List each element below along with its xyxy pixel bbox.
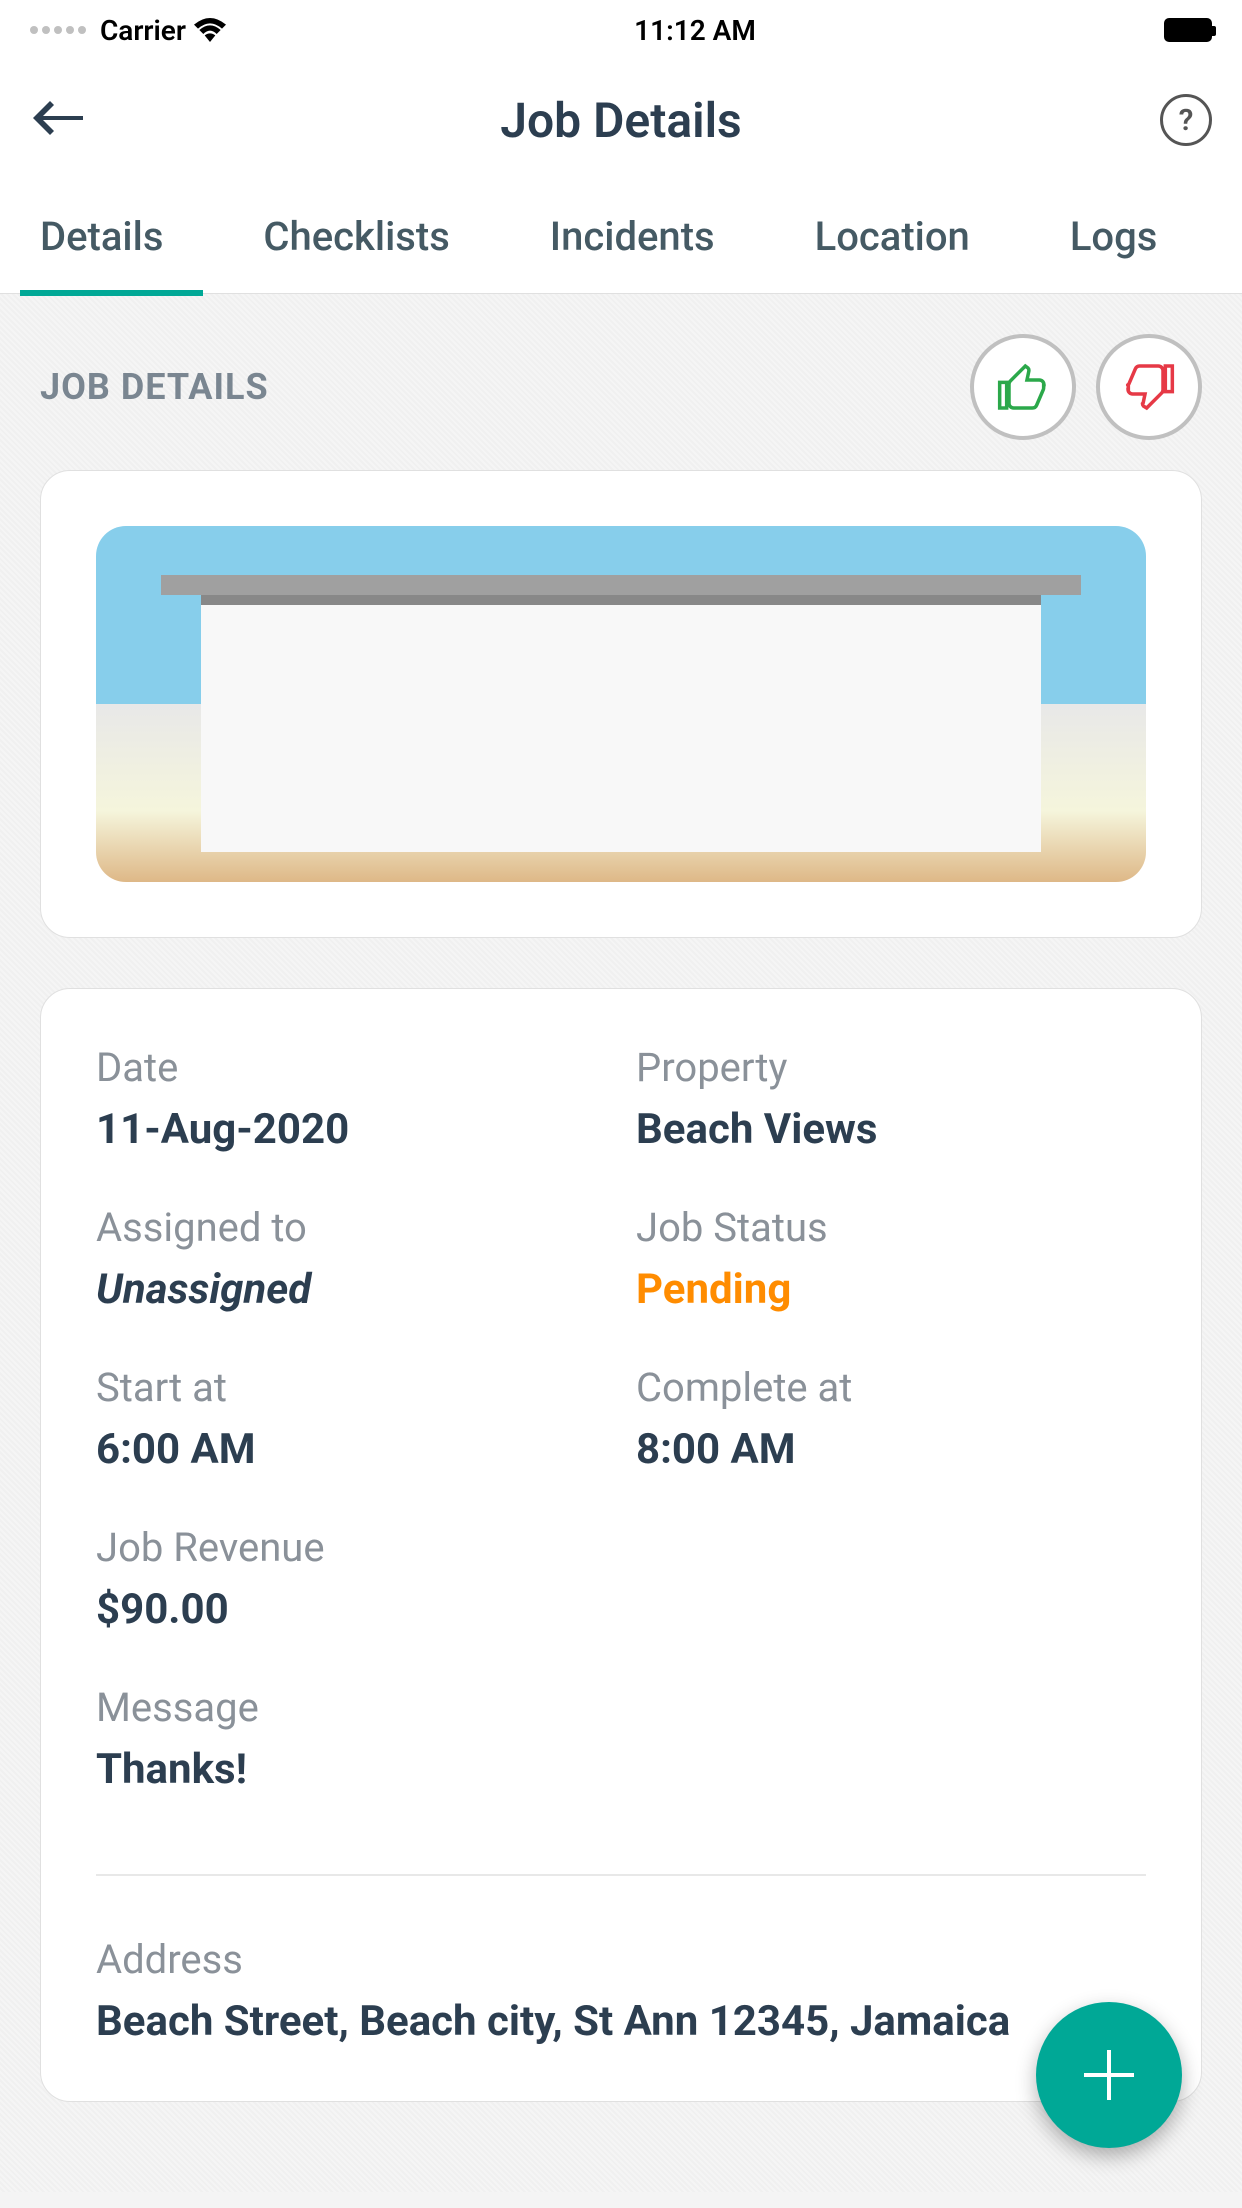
details-grid: Date 11-Aug-2020 Property Beach Views As… <box>96 1044 1146 2046</box>
property-label: Property <box>636 1044 1146 1091</box>
date-value: 11-Aug-2020 <box>96 1105 606 1154</box>
message-value: Thanks! <box>96 1745 1146 1794</box>
assigned-value: Unassigned <box>96 1265 606 1314</box>
start-value: 6:00 AM <box>96 1425 606 1474</box>
page-title: Job Details <box>90 92 1152 149</box>
thumbs-container <box>970 334 1202 440</box>
revenue-label: Job Revenue <box>96 1524 1146 1571</box>
detail-revenue: Job Revenue $90.00 <box>96 1524 1146 1634</box>
tab-details[interactable]: Details <box>40 177 163 296</box>
status-time: 11:12 AM <box>226 14 1164 47</box>
question-icon: ? <box>1160 94 1212 146</box>
tab-incidents[interactable]: Incidents <box>550 177 715 296</box>
content-area: JOB DETAILS Date 11-Aug-2020 <box>0 294 1242 2192</box>
section-header: JOB DETAILS <box>40 334 1202 440</box>
carrier-label: Carrier <box>100 14 186 47</box>
divider <box>96 1874 1146 1876</box>
tab-bar: Details Checklists Incidents Location Lo… <box>0 180 1242 294</box>
detail-address: Address Beach Street, Beach city, St Ann… <box>96 1936 1146 2046</box>
start-label: Start at <box>96 1364 606 1411</box>
thumbs-up-icon <box>995 359 1051 415</box>
property-image-card <box>40 470 1202 938</box>
status-left: Carrier <box>30 14 226 47</box>
revenue-value: $90.00 <box>96 1585 1146 1634</box>
assigned-label: Assigned to <box>96 1204 606 1251</box>
tab-location[interactable]: Location <box>815 177 970 296</box>
property-value: Beach Views <box>636 1105 1146 1154</box>
battery-icon <box>1164 18 1212 42</box>
detail-message: Message Thanks! <box>96 1684 1146 1794</box>
address-value: Beach Street, Beach city, St Ann 12345, … <box>96 1997 1146 2046</box>
detail-status: Job Status Pending <box>636 1204 1146 1314</box>
property-image[interactable] <box>96 526 1146 882</box>
arrow-left-icon <box>30 98 86 138</box>
detail-property: Property Beach Views <box>636 1044 1146 1154</box>
wifi-icon <box>194 18 226 42</box>
status-label: Job Status <box>636 1204 1146 1251</box>
app-header: Job Details ? <box>0 60 1242 180</box>
thumbs-down-icon <box>1121 359 1177 415</box>
job-details-card: Date 11-Aug-2020 Property Beach Views As… <box>40 988 1202 2102</box>
thumbs-down-button[interactable] <box>1096 334 1202 440</box>
signal-dots-icon <box>30 26 86 34</box>
thumbs-up-button[interactable] <box>970 334 1076 440</box>
detail-assigned: Assigned to Unassigned <box>96 1204 606 1314</box>
help-button[interactable]: ? <box>1152 94 1212 146</box>
add-button[interactable] <box>1036 2002 1182 2148</box>
detail-date: Date 11-Aug-2020 <box>96 1044 606 1154</box>
tab-checklists[interactable]: Checklists <box>263 177 449 296</box>
complete-label: Complete at <box>636 1364 1146 1411</box>
detail-complete: Complete at 8:00 AM <box>636 1364 1146 1474</box>
tab-logs[interactable]: Logs <box>1070 177 1158 296</box>
address-label: Address <box>96 1936 1146 1983</box>
plus-icon <box>1074 2040 1144 2110</box>
message-label: Message <box>96 1684 1146 1731</box>
section-title: JOB DETAILS <box>40 366 269 408</box>
detail-start: Start at 6:00 AM <box>96 1364 606 1474</box>
complete-value: 8:00 AM <box>636 1425 1146 1474</box>
status-value: Pending <box>636 1265 1146 1314</box>
date-label: Date <box>96 1044 606 1091</box>
status-bar: Carrier 11:12 AM <box>0 0 1242 60</box>
back-button[interactable] <box>30 98 90 142</box>
